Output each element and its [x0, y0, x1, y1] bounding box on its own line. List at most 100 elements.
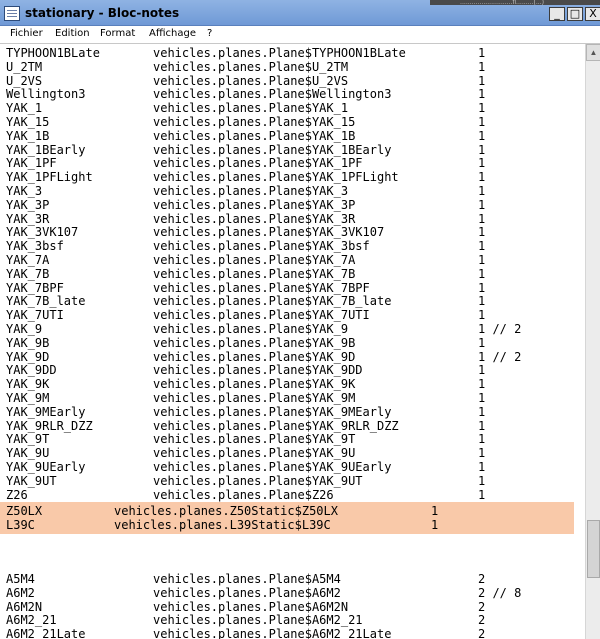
- line-plane-name: TYPHOON1BLate: [6, 46, 100, 60]
- text-line: YAK_9UEarly vehicles.planes.Plane$YAK_9UE…: [6, 460, 485, 474]
- menu-edition[interactable]: Edition: [55, 28, 90, 39]
- notepad-window: ...........................fi.........(.…: [0, 0, 600, 639]
- scroll-up-arrow-icon[interactable]: ▲: [586, 44, 600, 61]
- line-count: 1: [478, 473, 486, 488]
- line-class-path: vehicles.planes.Plane$YAK_3R: [153, 211, 356, 226]
- line-count: 2: [478, 599, 486, 614]
- line-class-path: vehicles.planes.Plane$YAK_9UT: [153, 473, 363, 488]
- window-title: stationary - Bloc-notes: [25, 6, 180, 20]
- line-count: 1: [478, 128, 486, 143]
- line-count: 1: [478, 87, 486, 102]
- scroll-thumb[interactable]: [587, 520, 600, 578]
- line-plane-name: Z50LX: [6, 504, 43, 518]
- line-count: 1: [478, 266, 486, 281]
- text-line: YAK_9D vehicles.planes.Plane$YAK_9D 1 // 2: [6, 350, 521, 364]
- line-plane-name: YAK_15: [6, 115, 50, 129]
- line-plane-name: YAK_1PFLight: [6, 170, 93, 185]
- text-line: A6M2 vehicles.planes.Plane$A6M2 2 // 8: [6, 586, 521, 600]
- line-count: 1: [478, 59, 486, 74]
- line-class-path: vehicles.planes.Plane$YAK_3P: [153, 197, 356, 212]
- line-class-path: vehicles.planes.Plane$YAK_9U: [153, 446, 356, 461]
- background-window-strip: ...........................fi.........(.…: [430, 0, 600, 5]
- line-class-path: vehicles.planes.Plane$YAK_9D: [153, 349, 356, 364]
- line-plane-name: YAK_3R: [6, 211, 50, 226]
- menu-affichage[interactable]: Affichage: [149, 28, 196, 39]
- line-class-path: vehicles.planes.Plane$YAK_9DD: [153, 363, 363, 378]
- text-line: YAK_9 vehicles.planes.Plane$YAK_9 1 // 2: [6, 322, 521, 336]
- line-plane-name: YAK_3P: [6, 197, 50, 212]
- menu-bar: Fichier Edition Format Affichage ?: [0, 26, 600, 44]
- line-class-path: vehicles.planes.Plane$YAK_9RLR_DZZ: [153, 418, 399, 433]
- title-bar[interactable]: ...........................fi.........(.…: [0, 0, 600, 26]
- text-line: YAK_3VK107 vehicles.planes.Plane$YAK_3VK1…: [6, 225, 485, 239]
- line-plane-name: YAK_9T: [6, 432, 50, 447]
- line-class-path: vehicles.planes.Plane$A6M2_21Late: [153, 627, 392, 639]
- line-class-path: vehicles.planes.Plane$A6M2N: [153, 599, 349, 614]
- line-plane-name: A5M4: [6, 572, 35, 586]
- close-button[interactable]: X: [585, 7, 600, 21]
- line-count: 1: [478, 115, 486, 129]
- menu-format[interactable]: Format: [100, 28, 135, 39]
- line-class-path: vehicles.planes.Plane$YAK_7A: [153, 253, 356, 267]
- line-plane-name: YAK_9B: [6, 335, 50, 350]
- line-class-path: vehicles.planes.Plane$U_2VS: [153, 73, 349, 88]
- line-count: 1: [478, 184, 486, 198]
- maximize-button[interactable]: □: [567, 7, 583, 21]
- line-plane-name: YAK_9: [6, 322, 43, 336]
- line-plane-name: L39C: [6, 517, 35, 532]
- line-count: 2 // 8: [478, 585, 522, 600]
- line-plane-name: YAK_7B: [6, 266, 50, 281]
- line-count: 1: [478, 239, 486, 254]
- line-plane-name: YAK_7A: [6, 253, 50, 267]
- text-line: YAK_1PFLight vehicles.planes.Plane$YAK_1P…: [6, 170, 485, 185]
- text-line: YAK_9B vehicles.planes.Plane$YAK_9B 1: [6, 335, 485, 350]
- text-line: L39C vehicles.planes.L39Static$L39C 1: [6, 517, 438, 532]
- text-line: U_2VS vehicles.planes.Plane$U_2VS 1: [6, 74, 485, 88]
- menu-fichier[interactable]: Fichier: [10, 28, 43, 39]
- text-line: YAK_7A vehicles.planes.Plane$YAK_7A 1: [6, 253, 485, 267]
- line-count: 1: [478, 418, 486, 433]
- line-count: 1: [478, 253, 486, 267]
- line-class-path: vehicles.planes.Plane$YAK_1B: [153, 128, 356, 143]
- line-plane-name: YAK_9U: [6, 446, 50, 461]
- text-line: YAK_7B vehicles.planes.Plane$YAK_7B 1: [6, 266, 485, 281]
- text-line: YAK_9T vehicles.planes.Plane$YAK_9T 1: [6, 432, 485, 447]
- line-count: 1: [478, 46, 486, 60]
- text-editor-area[interactable]: TYPHOON1BLate vehicles.planes.Plane$TYPHO…: [0, 44, 600, 639]
- line-plane-name: YAK_9UT: [6, 473, 57, 488]
- line-count: 1: [478, 142, 486, 157]
- line-count: 1: [478, 308, 486, 323]
- line-class-path: vehicles.planes.Plane$YAK_7B_late: [153, 294, 392, 309]
- menu-help[interactable]: ?: [207, 28, 212, 39]
- line-class-path: vehicles.planes.Plane$YAK_9UEarly: [153, 460, 392, 474]
- line-count: 1: [478, 487, 486, 502]
- notepad-icon[interactable]: [4, 6, 20, 21]
- line-count: 2: [478, 627, 486, 639]
- line-count: 1: [478, 197, 486, 212]
- text-line: Z50LX vehicles.planes.Z50Static$Z50LX 1: [6, 504, 438, 518]
- line-plane-name: YAK_1BEarly: [6, 142, 86, 157]
- line-count: 1: [478, 460, 486, 474]
- line-plane-name: YAK_7BPF: [6, 280, 64, 295]
- text-line: A6M2_21 vehicles.planes.Plane$A6M2_21 2: [6, 613, 485, 627]
- line-count: 1: [478, 294, 486, 309]
- line-class-path: vehicles.planes.Plane$A6M2: [153, 585, 341, 600]
- line-plane-name: YAK_7B_late: [6, 294, 86, 309]
- line-count: 1: [478, 101, 486, 116]
- minimize-button[interactable]: _: [549, 7, 565, 21]
- line-class-path: vehicles.planes.L39Static$L39C: [114, 517, 331, 532]
- line-class-path: vehicles.planes.Plane$U_2TM: [153, 59, 349, 74]
- text-line: YAK_1PF vehicles.planes.Plane$YAK_1PF 1: [6, 156, 485, 170]
- text-line: YAK_3bsf vehicles.planes.Plane$YAK_3bsf 1: [6, 239, 485, 253]
- line-plane-name: YAK_7UTI: [6, 308, 64, 323]
- line-count: 1 // 2: [478, 349, 522, 364]
- line-class-path: vehicles.planes.Plane$YAK_3bsf: [153, 239, 370, 254]
- line-count: 1 // 2: [478, 322, 522, 336]
- text-line: YAK_9U vehicles.planes.Plane$YAK_9U 1: [6, 446, 485, 461]
- vertical-scrollbar[interactable]: ▲: [585, 44, 600, 639]
- text-line: YAK_1BEarly vehicles.planes.Plane$YAK_1BE…: [6, 142, 485, 157]
- line-class-path: vehicles.planes.Plane$YAK_1: [153, 101, 349, 116]
- text-line: YAK_3 vehicles.planes.Plane$YAK_3 1: [6, 184, 485, 198]
- line-count: 2: [478, 613, 486, 628]
- text-line: YAK_9M vehicles.planes.Plane$YAK_9M 1: [6, 391, 485, 405]
